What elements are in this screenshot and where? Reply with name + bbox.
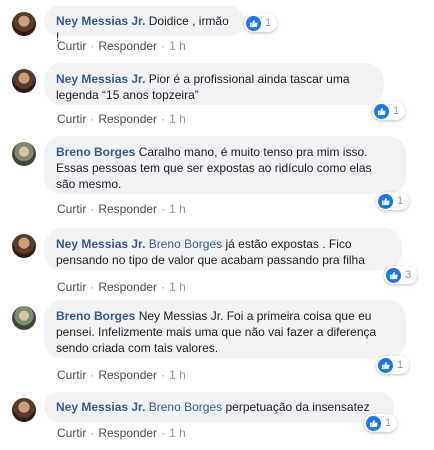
avatar[interactable] [12,234,36,258]
reply-link[interactable]: Responder [98,426,157,440]
thumbs-up-icon [378,193,393,209]
thumbs-up-icon [246,15,261,31]
separator: · [90,202,95,216]
avatar[interactable] [12,12,36,36]
avatar[interactable] [12,69,36,93]
separator: · [161,112,166,126]
thumbs-up-icon [386,267,401,283]
comment-time[interactable]: 1 h [169,368,186,382]
reply-link[interactable]: Responder [98,280,157,294]
comment-actions: Curtir · Responder · 1 h [57,202,186,216]
comment-author[interactable]: Breno Borges [56,309,135,323]
comment-text-line-2: pensei. Infelizmente mais uma que não va… [56,325,377,339]
separator: · [90,426,95,440]
separator: · [161,368,166,382]
comment-text-line-1: já estão expostas . Fico [225,237,352,251]
reaction-count[interactable]: 3 [384,266,418,284]
reaction-count[interactable]: 1 [376,192,410,210]
reaction-number: 3 [405,269,412,281]
comment-text-line-1: Caralho mano, é muito tenso pra mim isso… [138,145,368,159]
comment-bubble: Ney Messias Jr. Pior é a profissional ai… [44,63,384,105]
avatar[interactable] [12,398,36,422]
like-link[interactable]: Curtir [57,39,86,53]
reaction-count[interactable]: 1 [244,14,278,32]
comment-time[interactable]: 1 h [169,426,186,440]
reply-link[interactable]: Responder [98,202,157,216]
comment-time[interactable]: 1 h [169,39,186,53]
separator: · [90,280,95,294]
reaction-number: 1 [397,359,404,371]
comment-author[interactable]: Ney Messias Jr. [56,14,145,28]
comment-actions: Curtir · Responder · 1 h [57,39,186,53]
comment-actions: Curtir · Responder · 1 h [57,280,186,294]
reply-link[interactable]: Responder [98,112,157,126]
like-link[interactable]: Curtir [57,426,86,440]
thumbs-up-icon [374,103,389,119]
comment-author[interactable]: Breno Borges [56,145,135,159]
comment-bubble: Breno Borges Caralho mano, é muito tenso… [44,136,406,194]
reply-link[interactable]: Responder [98,368,157,382]
separator: · [161,426,166,440]
comment-author[interactable]: Ney Messias Jr. [56,400,145,414]
comment-text-line-2: Essas pessoas tem que ser expostas ao ri… [56,161,372,175]
reply-link[interactable]: Responder [98,39,157,53]
reaction-number: 1 [397,195,404,207]
separator: · [161,39,166,53]
separator: · [90,368,95,382]
reaction-count[interactable]: 1 [372,102,406,120]
separator: · [161,202,166,216]
comment-actions: Curtir · Responder · 1 h [57,112,186,126]
tagged-user[interactable]: Breno Borges [149,400,222,414]
like-link[interactable]: Curtir [57,202,86,216]
like-link[interactable]: Curtir [57,368,86,382]
thumbs-up-icon [366,415,381,431]
comment-actions: Curtir · Responder · 1 h [57,426,186,440]
reaction-count[interactable]: 1 [376,356,410,374]
separator: · [161,280,166,294]
avatar[interactable] [12,306,36,330]
like-link[interactable]: Curtir [57,112,86,126]
comment-bubble: Ney Messias Jr. Breno Borges perpetuação… [44,392,394,422]
comment-text-line-2: pensando no tipo de valor que acabam pas… [56,253,365,267]
thumbs-up-icon [378,357,393,373]
reaction-number: 1 [385,417,392,429]
comment-text: perpetuação da insensatez [225,400,370,414]
reaction-number: 1 [393,105,400,117]
comment-text-line-1: Ney Messias Jr. Foi a primeira coisa que… [138,309,372,323]
comment-text-line-3: sendo criada com tais valores. [56,341,219,355]
reaction-number: 1 [265,17,272,29]
comment-time[interactable]: 1 h [169,280,186,294]
comment-time[interactable]: 1 h [169,112,186,126]
comment-bubble: Breno Borges Ney Messias Jr. Foi a prime… [44,300,406,358]
separator: · [90,39,95,53]
comment-text-line-2: legenda “15 anos topzeira” [56,88,199,102]
tagged-user[interactable]: Breno Borges [149,237,222,251]
comment-bubble: Ney Messias Jr. Doidice , irmão ! [44,6,244,44]
comment-bubble: Ney Messias Jr. Breno Borges já estão ex… [44,228,402,270]
like-link[interactable]: Curtir [57,280,86,294]
comment-text-line-1: Pior é a profissional ainda tascar uma [148,72,350,86]
comment-actions: Curtir · Responder · 1 h [57,368,186,382]
separator: · [90,112,95,126]
avatar[interactable] [12,142,36,166]
comment-time[interactable]: 1 h [169,202,186,216]
comment-text-line-3: são mesmo. [56,177,122,191]
comment-author[interactable]: Ney Messias Jr. [56,237,145,251]
reaction-count[interactable]: 1 [364,414,398,432]
comment-author[interactable]: Ney Messias Jr. [56,72,145,86]
